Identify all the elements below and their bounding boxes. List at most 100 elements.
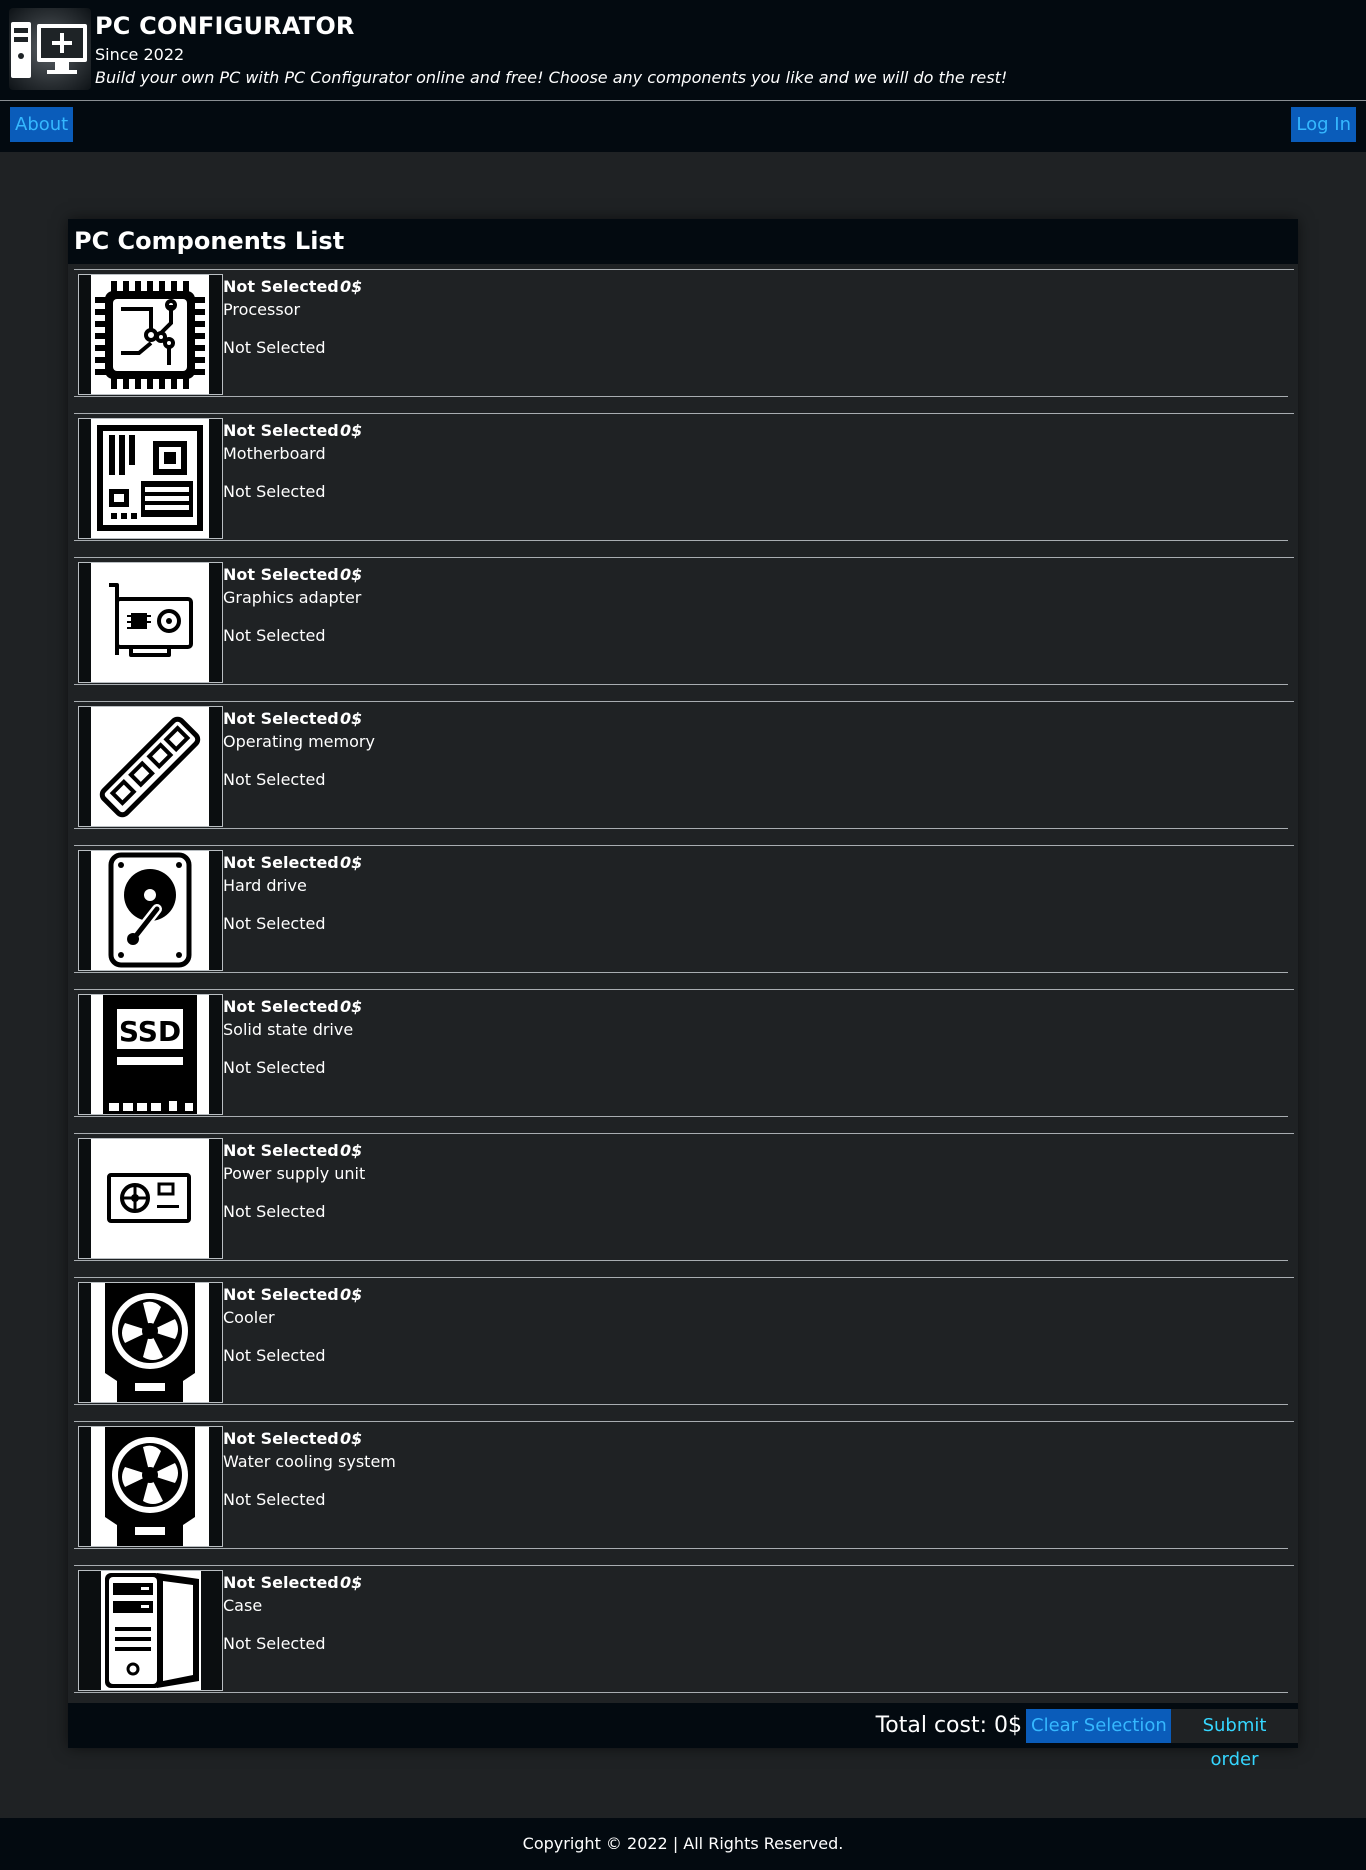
component-item-water-cooling-system[interactable]: Not Selected 0$ Water cooling system Not… (74, 1421, 1294, 1549)
item-divider (74, 828, 1288, 829)
component-item-processor[interactable]: Not Selected 0$ Processor Not Selected (74, 269, 1294, 397)
component-category: Water cooling system (223, 1452, 396, 1471)
component-category: Cooler (223, 1308, 275, 1327)
component-price: 0$ (340, 1141, 363, 1160)
water-cooling-icon (91, 1427, 209, 1546)
component-image[interactable] (78, 274, 223, 395)
motherboard-icon (91, 419, 209, 538)
item-divider (74, 1548, 1288, 1549)
component-price: 0$ (340, 1573, 363, 1592)
component-category: Operating memory (223, 732, 375, 751)
component-name: Not Selected (223, 997, 339, 1016)
item-divider (74, 540, 1288, 541)
component-name: Not Selected (223, 1141, 339, 1160)
component-image[interactable]: SSD (78, 994, 223, 1115)
component-item-hard-drive[interactable]: Not Selected 0$ Hard drive Not Selected (74, 845, 1294, 973)
ram-icon (91, 707, 209, 826)
order-summary-bar: Total cost: 0$ Clear Selection Submit or… (68, 1703, 1298, 1770)
component-status: Not Selected (223, 1346, 326, 1365)
item-divider (74, 701, 1294, 702)
ssd-label: SSD (119, 1015, 181, 1048)
component-status: Not Selected (223, 1202, 326, 1221)
pc-configurator-logo-icon[interactable] (9, 8, 91, 90)
component-image[interactable] (78, 1426, 223, 1547)
clear-selection-button[interactable]: Clear Selection (1026, 1709, 1172, 1743)
about-button[interactable]: About (10, 107, 74, 142)
graphics-card-icon (91, 563, 209, 682)
component-status: Not Selected (223, 770, 326, 789)
ssd-icon: SSD (91, 995, 209, 1114)
component-item-graphics-adapter[interactable]: Not Selected 0$ Graphics adapter Not Sel… (74, 557, 1294, 685)
component-name: Not Selected (223, 709, 339, 728)
total-cost: Total cost: 0$ (875, 1713, 1022, 1738)
item-divider (74, 269, 1294, 270)
site-footer: Copyright © 2022 | All Rights Reserved. (0, 1818, 1366, 1870)
component-item-cooler[interactable]: Not Selected 0$ Cooler Not Selected (74, 1277, 1294, 1405)
submit-order-button[interactable]: Submit order (1171, 1709, 1298, 1770)
component-name: Not Selected (223, 1429, 339, 1448)
component-price: 0$ (340, 421, 363, 440)
component-category: Processor (223, 300, 301, 319)
item-divider (74, 1277, 1294, 1278)
component-price: 0$ (340, 1285, 363, 1304)
header-divider (0, 100, 1366, 101)
processor-icon (91, 275, 209, 394)
component-image[interactable] (78, 706, 223, 827)
item-divider (74, 989, 1294, 990)
brand-tagline: Build your own PC with PC Configurator o… (95, 68, 1008, 87)
component-status: Not Selected (223, 1634, 326, 1653)
component-item-case[interactable]: Not Selected 0$ Case Not Selected (74, 1565, 1294, 1693)
component-item-operating-memory[interactable]: Not Selected 0$ Operating memory Not Sel… (74, 701, 1294, 829)
component-price: 0$ (340, 565, 363, 584)
component-name: Not Selected (223, 1573, 339, 1592)
component-image[interactable] (78, 850, 223, 971)
item-divider (74, 1260, 1288, 1261)
hard-drive-icon (91, 851, 209, 970)
component-price: 0$ (340, 709, 363, 728)
component-name: Not Selected (223, 853, 339, 872)
panel-header: PC Components List (68, 219, 1298, 264)
power-supply-icon (91, 1139, 209, 1258)
component-name: Not Selected (223, 565, 339, 584)
component-image[interactable] (78, 1570, 223, 1691)
item-divider (74, 557, 1294, 558)
item-divider (74, 396, 1288, 397)
component-category: Power supply unit (223, 1164, 366, 1183)
component-status: Not Selected (223, 482, 326, 501)
component-item-power-supply-unit[interactable]: Not Selected 0$ Power supply unit Not Se… (74, 1133, 1294, 1261)
item-divider (74, 1692, 1288, 1693)
item-divider (74, 972, 1288, 973)
item-divider (74, 684, 1288, 685)
item-divider (74, 1116, 1288, 1117)
component-category: Solid state drive (223, 1020, 354, 1039)
item-divider (74, 1565, 1294, 1566)
component-price: 0$ (340, 277, 363, 296)
site-header: PC CONFIGURATOR Since 2022 Build your ow… (0, 0, 1366, 152)
component-image[interactable] (78, 418, 223, 539)
login-button[interactable]: Log In (1291, 107, 1356, 142)
copyright-text: Copyright © 2022 | All Rights Reserved. (522, 1834, 844, 1853)
component-name: Not Selected (223, 1285, 339, 1304)
item-divider (74, 1404, 1288, 1405)
component-status: Not Selected (223, 1490, 326, 1509)
component-name: Not Selected (223, 421, 339, 440)
component-status: Not Selected (223, 1058, 326, 1077)
component-status: Not Selected (223, 914, 326, 933)
panel-title: PC Components List (74, 227, 345, 255)
component-category: Graphics adapter (223, 588, 362, 607)
component-name: Not Selected (223, 277, 339, 296)
item-divider (74, 845, 1294, 846)
component-category: Motherboard (223, 444, 326, 463)
component-item-motherboard[interactable]: Not Selected 0$ Motherboard Not Selected (74, 413, 1294, 541)
component-image[interactable] (78, 1282, 223, 1403)
item-divider (74, 1421, 1294, 1422)
component-price: 0$ (340, 997, 363, 1016)
item-divider (74, 413, 1294, 414)
component-image[interactable] (78, 1138, 223, 1259)
brand-since: Since 2022 (95, 45, 185, 64)
component-image[interactable] (78, 562, 223, 683)
component-category: Hard drive (223, 876, 307, 895)
component-item-solid-state-drive[interactable]: SSD Not Selected 0$ Solid state drive No… (74, 989, 1294, 1117)
brand-title: PC CONFIGURATOR (95, 12, 355, 40)
cooler-icon (91, 1283, 209, 1402)
